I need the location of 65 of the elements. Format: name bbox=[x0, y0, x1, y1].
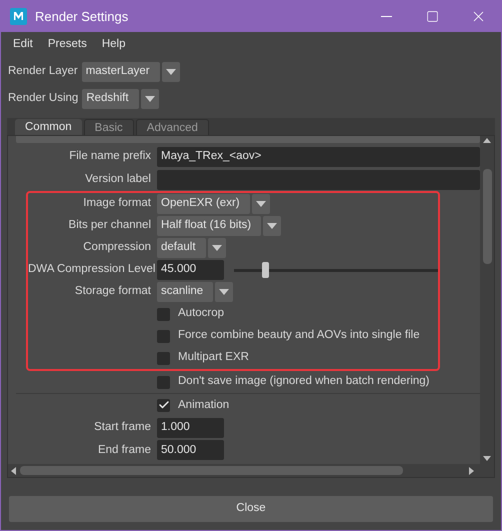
scroll-down-icon bbox=[483, 456, 491, 461]
field-label: Compression bbox=[82, 240, 151, 256]
menu-item[interactable]: Help bbox=[102, 36, 126, 54]
horizontal-scrollbar[interactable] bbox=[8, 464, 494, 477]
dropdown-arrow-button[interactable] bbox=[215, 282, 234, 302]
scrollbar-thumb[interactable] bbox=[482, 169, 492, 264]
field-label: Render Layer bbox=[8, 64, 78, 79]
tab[interactable]: Advanced bbox=[136, 119, 209, 135]
field-label: Image format bbox=[82, 196, 151, 212]
checkbox[interactable] bbox=[157, 398, 170, 412]
window-title: Render Settings bbox=[35, 8, 128, 26]
section-header[interactable] bbox=[16, 136, 480, 143]
dropdown-field[interactable]: scanline bbox=[157, 282, 214, 302]
caret-icon bbox=[212, 245, 222, 251]
field-label: File name prefix bbox=[68, 148, 151, 164]
app-logo-icon bbox=[10, 8, 27, 25]
slider-track[interactable] bbox=[234, 262, 438, 278]
dropdown-arrow-button[interactable] bbox=[263, 216, 282, 236]
caret-icon bbox=[219, 289, 230, 295]
checkbox[interactable] bbox=[157, 308, 170, 320]
caret-icon bbox=[267, 223, 278, 229]
scroll-right-icon bbox=[469, 466, 474, 474]
field-label: Render Using bbox=[8, 90, 78, 106]
maximize-icon bbox=[426, 10, 438, 23]
dropdown-arrow-button[interactable] bbox=[140, 88, 159, 108]
checkbox-label: Multipart EXR bbox=[178, 350, 249, 366]
caret-icon bbox=[166, 68, 176, 74]
slider-handle[interactable] bbox=[262, 262, 269, 278]
dropdown-arrow-button[interactable] bbox=[162, 62, 180, 82]
field-label: Version label bbox=[84, 172, 151, 187]
scrollbar-thumb[interactable] bbox=[20, 466, 403, 475]
tab[interactable]: Basic bbox=[84, 119, 134, 135]
number-field[interactable]: 50.000 bbox=[157, 440, 224, 460]
dropdown-field[interactable]: OpenEXR (exr) bbox=[157, 194, 250, 214]
text-field[interactable] bbox=[157, 170, 480, 190]
menu-item[interactable]: Edit bbox=[13, 36, 33, 54]
field-label: Start frame bbox=[93, 420, 151, 436]
scroll-left-icon bbox=[11, 466, 16, 474]
field-label: Bits per channel bbox=[68, 218, 151, 234]
close-button[interactable]: Close bbox=[9, 496, 493, 522]
dropdown-field[interactable]: masterLayer bbox=[82, 62, 160, 82]
dropdown-field[interactable]: Redshift bbox=[82, 88, 139, 108]
dropdown-arrow-button[interactable] bbox=[252, 194, 270, 214]
number-field[interactable]: 1.000 bbox=[157, 418, 224, 438]
checkbox-label: Autocrop bbox=[178, 306, 224, 322]
field-label: End frame bbox=[96, 442, 151, 458]
checkbox-label: Animation bbox=[178, 398, 230, 413]
checkbox[interactable] bbox=[157, 376, 170, 388]
checkbox-label: Don't save image (ignored when batch rendering) bbox=[178, 374, 430, 390]
menu-item[interactable]: Presets bbox=[48, 36, 87, 54]
scroll-up-icon bbox=[483, 138, 491, 143]
caret-icon bbox=[256, 201, 266, 207]
checkbox-label: Force combine beauty and AOVs into single file bbox=[178, 328, 420, 344]
text-field[interactable]: Maya_TRex_<aov> bbox=[157, 146, 480, 166]
vertical-scrollbar[interactable] bbox=[480, 136, 494, 464]
dropdown-arrow-button[interactable] bbox=[208, 238, 226, 258]
dropdown-field[interactable]: default bbox=[157, 238, 206, 258]
field-label: Storage format bbox=[74, 284, 151, 300]
tab[interactable]: Common bbox=[15, 119, 82, 135]
dropdown-field[interactable]: Half float (16 bits) bbox=[157, 216, 262, 236]
minimize-icon bbox=[380, 16, 392, 17]
number-field[interactable]: 45.000 bbox=[157, 260, 224, 280]
caret-icon bbox=[144, 96, 155, 102]
checkbox[interactable] bbox=[157, 330, 170, 342]
checkbox[interactable] bbox=[157, 352, 170, 364]
